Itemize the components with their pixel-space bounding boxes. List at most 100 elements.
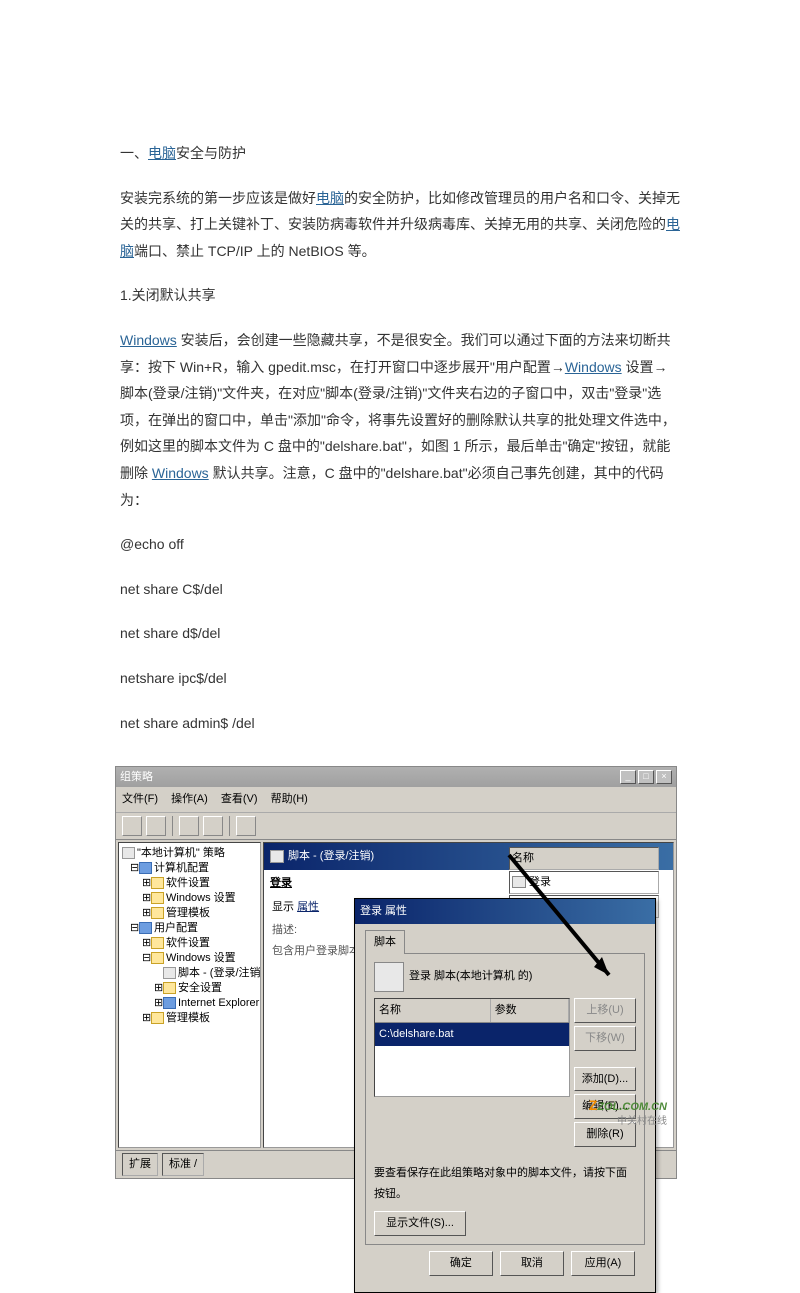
minimize-button[interactable]: _ (620, 770, 636, 784)
dialog-script-icon (374, 962, 404, 992)
heading-link[interactable]: 电脑 (148, 145, 176, 161)
toolbar-separator (172, 816, 173, 836)
tree-label: 管理模板 (166, 1012, 210, 1024)
cancel-button[interactable]: 取消 (500, 1251, 564, 1276)
code-line-3: net share d$/del (120, 620, 680, 647)
script-header-icon (270, 850, 284, 863)
tree-label: 脚本 - (登录/注销) (178, 967, 261, 979)
tree-item[interactable]: ⊞管理模板 (122, 906, 257, 921)
table-header: 名称 参数 (375, 999, 569, 1023)
folder-icon (151, 952, 164, 964)
tree-label: Internet Explorer 维 (178, 997, 261, 1009)
tree-label: 软件设置 (166, 877, 210, 889)
tree-item-selected[interactable]: 脚本 - (登录/注销) (122, 966, 257, 981)
tree-item[interactable]: ⊞软件设置 (122, 876, 257, 891)
menu-action[interactable]: 操作(A) (171, 793, 208, 805)
tree-label: 计算机配置 (154, 862, 209, 874)
dialog-footer-text: 要查看保存在此组策略对象中的脚本文件，请按下面按钮。 (374, 1167, 627, 1200)
show-files-button[interactable]: 显示文件(S)... (374, 1211, 466, 1236)
list-header: 名称 (509, 847, 659, 870)
desc-title: 描述: (272, 924, 297, 936)
menu-help[interactable]: 帮助(H) (271, 793, 308, 805)
tree-item[interactable]: ⊞安全设置 (122, 981, 257, 996)
toolbar-forward-button[interactable] (146, 816, 166, 836)
folder-icon (151, 877, 164, 889)
add-button[interactable]: 添加(D)... (574, 1067, 636, 1092)
tree-label: 软件设置 (166, 937, 210, 949)
tab-login[interactable]: 登录 (270, 877, 292, 889)
dialog-tab-script[interactable]: 脚本 (365, 930, 405, 954)
list-label: 登录 (529, 872, 551, 893)
close-button[interactable]: × (656, 770, 672, 784)
dialog-label: 登录 脚本(本地计算机 的) (409, 966, 532, 987)
toolbar-properties-button[interactable] (203, 816, 223, 836)
toolbar-separator (229, 816, 230, 836)
menu-file[interactable]: 文件(F) (122, 793, 158, 805)
code-line-5: net share admin$ /del (120, 710, 680, 737)
user-icon (139, 922, 152, 934)
tree-item[interactable]: ⊞管理模板 (122, 1011, 257, 1026)
menu-view[interactable]: 查看(V) (221, 793, 258, 805)
table-row-selected[interactable]: C:\delshare.bat (375, 1023, 569, 1046)
code-line-4: netshare ipc$/del (120, 665, 680, 692)
properties-link[interactable]: 属性 (297, 901, 319, 913)
window-titlebar: 组策略 _ □ × (116, 767, 676, 787)
paragraph-2: Windows 安装后，会创建一些隐藏共享，不是很安全。我们可以通过下面的方法来… (120, 327, 680, 513)
heading-prefix: 一、 (120, 145, 148, 161)
toolbar-refresh-button[interactable] (179, 816, 199, 836)
section-heading: 一、电脑安全与防护 (120, 140, 680, 167)
p2-link-1[interactable]: Windows (120, 332, 177, 348)
heading-suffix: 安全与防护 (176, 145, 246, 161)
up-button[interactable]: 上移(U) (574, 998, 636, 1023)
tree-item[interactable]: ⊟用户配置 (122, 921, 257, 936)
list-item-login[interactable]: 登录 (509, 871, 659, 894)
toolbar-back-button[interactable] (122, 816, 142, 836)
status-extended[interactable]: 扩展 (122, 1153, 158, 1176)
tree-item[interactable]: ⊞Internet Explorer 维 (122, 996, 257, 1011)
scripts-table[interactable]: 名称 参数 C:\delshare.bat (374, 998, 570, 1097)
dialog-footer: 要查看保存在此组策略对象中的脚本文件，请按下面按钮。 显示文件(S)... (374, 1157, 636, 1236)
dialog-label-row: 登录 脚本(本地计算机 的) (374, 962, 636, 992)
policy-icon (122, 847, 135, 859)
status-standard[interactable]: 标准 / (162, 1153, 204, 1176)
tree-item[interactable]: ⊟计算机配置 (122, 861, 257, 876)
apply-button[interactable]: 应用(A) (571, 1251, 635, 1276)
tree-root[interactable]: "本地计算机" 策略 (122, 846, 257, 861)
dialog-title: 登录 属性 (355, 899, 655, 924)
content-header-text: 脚本 - (登录/注销) (288, 850, 374, 862)
window-body: "本地计算机" 策略 ⊟计算机配置 ⊞软件设置 ⊞Windows 设置 ⊞管理模… (116, 840, 676, 1150)
toolbar-help-button[interactable] (236, 816, 256, 836)
computer-icon (139, 862, 152, 874)
window-buttons: _ □ × (620, 770, 672, 784)
dialog-bottom-buttons: 确定 取消 应用(A) (365, 1245, 645, 1282)
content-pane: 脚本 - (登录/注销) 登录 显示 属性 描述: 包含用户登录脚本。 名称 登… (263, 842, 674, 1148)
subheading-1: 1.关闭默认共享 (120, 282, 680, 309)
tree-item[interactable]: ⊞Windows 设置 (122, 891, 257, 906)
tree-label: Windows 设置 (166, 892, 236, 904)
p2-link-2[interactable]: Windows (565, 359, 622, 375)
down-button[interactable]: 下移(W) (574, 1026, 636, 1051)
list-col-name: 名称 (512, 848, 534, 869)
maximize-button[interactable]: □ (638, 770, 654, 784)
script-icon (512, 876, 526, 888)
col-name: 名称 (375, 999, 491, 1022)
tree-item[interactable]: ⊞软件设置 (122, 936, 257, 951)
folder-icon (151, 937, 164, 949)
p2-link-3[interactable]: Windows (152, 465, 209, 481)
table-empty-area (375, 1046, 569, 1096)
code-line-2: net share C$/del (120, 576, 680, 603)
tree-item[interactable]: ⊟Windows 设置 (122, 951, 257, 966)
tree-label: 用户配置 (154, 922, 198, 934)
window-title: 组策略 (120, 767, 153, 788)
p1-link-1[interactable]: 电脑 (316, 190, 344, 206)
menu-bar: 文件(F) 操作(A) 查看(V) 帮助(H) (116, 787, 676, 813)
folder-icon (151, 1012, 164, 1024)
ie-icon (163, 997, 176, 1009)
p1-text-a: 安装完系统的第一步应该是做好 (120, 190, 316, 206)
col-param: 参数 (491, 999, 569, 1022)
paragraph-1: 安装完系统的第一步应该是做好电脑的安全防护，比如修改管理员的用户名和口令、关掉无… (120, 185, 680, 265)
gpedit-screenshot: 组策略 _ □ × 文件(F) 操作(A) 查看(V) 帮助(H) "本地计算机 (115, 766, 677, 1179)
nav-tree[interactable]: "本地计算机" 策略 ⊟计算机配置 ⊞软件设置 ⊞Windows 设置 ⊞管理模… (118, 842, 261, 1148)
script-icon (163, 967, 176, 979)
ok-button[interactable]: 确定 (429, 1251, 493, 1276)
